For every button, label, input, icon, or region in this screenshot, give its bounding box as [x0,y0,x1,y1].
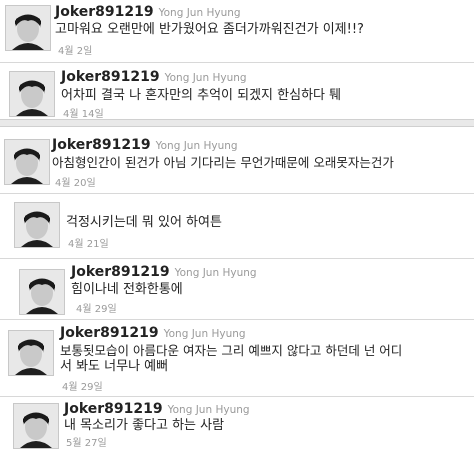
timestamp[interactable]: 4월 29일 [62,378,103,393]
tweet-1: Joker891219 Yong Jun Hyung 고마워요 오랜만에 반가웠어… [0,0,474,62]
avatar[interactable] [14,202,60,248]
profile-photo-icon [10,72,54,116]
avatar[interactable] [19,269,65,315]
username-link[interactable]: Joker891219 Yong Jun Hyung [52,137,238,153]
section-divider [0,119,474,127]
real-name: Yong Jun Hyung [163,328,246,340]
username-link[interactable] [65,198,70,214]
tweet-text: 내 목소리가 좋다고 하는 사람 [64,418,225,433]
tweet-6: Joker891219 Yong Jun Hyung 보통됫모습이 아름다운 여자… [0,320,474,396]
tweet-text: 힘이나네 전화한통에 [71,282,183,297]
profile-photo-icon [6,6,50,50]
tweet-text: 고마워요 오랜만에 반가웠어요 좀더가까워진건가 이제!!? [55,22,364,37]
handle[interactable]: Joker891219 [55,4,154,20]
real-name: Yong Jun Hyung [155,140,238,152]
avatar[interactable] [9,71,55,117]
handle[interactable]: Joker891219 [60,325,159,341]
tweet-2: Joker891219 Yong Jun Hyung 어차피 결국 나 혼자만의 … [0,63,474,120]
tweet-text-line-2: 서 봐도 너무나 예뻐 [60,359,169,374]
timestamp[interactable]: 4월 20일 [55,174,96,189]
real-name: Yong Jun Hyung [164,72,247,84]
username-link[interactable]: Joker891219 Yong Jun Hyung [61,69,247,85]
profile-photo-icon [20,270,64,314]
timestamp[interactable]: 4월 2일 [58,42,92,57]
tweet-text: 어차피 결국 나 혼자만의 추억이 되겠지 한심하다 퉤 [61,88,342,103]
profile-photo-icon [5,140,49,184]
avatar[interactable] [13,403,59,449]
profile-photo-icon [14,404,58,448]
avatar[interactable] [8,330,54,376]
avatar[interactable] [5,5,51,51]
username-link[interactable]: Joker891219 Yong Jun Hyung [55,4,241,20]
handle[interactable]: Joker891219 [71,264,170,280]
tweet-7: Joker891219 Yong Jun Hyung 내 목소리가 좋다고 하는 … [0,397,474,456]
timestamp[interactable]: 4월 14일 [63,105,104,120]
tweet-3: Joker891219 Yong Jun Hyung 아침형인간이 된건가 아님 … [0,127,474,193]
timestamp[interactable]: 4월 21일 [68,235,109,250]
profile-photo-icon [15,203,59,247]
timestamp[interactable]: 4월 29일 [76,300,117,315]
handle[interactable]: Joker891219 [61,69,160,85]
handle[interactable]: Joker891219 [52,137,151,153]
tweet-text: 아침형인간이 된건가 아님 기다리는 무언가때문에 오래못자는건가 [52,155,394,170]
avatar[interactable] [4,139,50,185]
real-name: Yong Jun Hyung [167,404,250,416]
username-link[interactable]: Joker891219 Yong Jun Hyung [60,325,246,341]
tweet-text: 걱정시키는데 뭐 있어 하여튼 [66,215,222,230]
profile-photo-icon [9,331,53,375]
username-link[interactable]: Joker891219 Yong Jun Hyung [71,264,257,280]
real-name: Yong Jun Hyung [174,267,257,279]
username-link[interactable]: Joker891219 Yong Jun Hyung [64,401,250,417]
timestamp[interactable]: 5월 27일 [66,434,107,449]
real-name: Yong Jun Hyung [158,7,241,19]
tweet-5: Joker891219 Yong Jun Hyung 힘이나네 전화한통에 4월 … [0,259,474,319]
tweet-4: 걱정시키는데 뭐 있어 하여튼 4월 21일 [0,194,474,252]
handle[interactable]: Joker891219 [64,401,163,417]
